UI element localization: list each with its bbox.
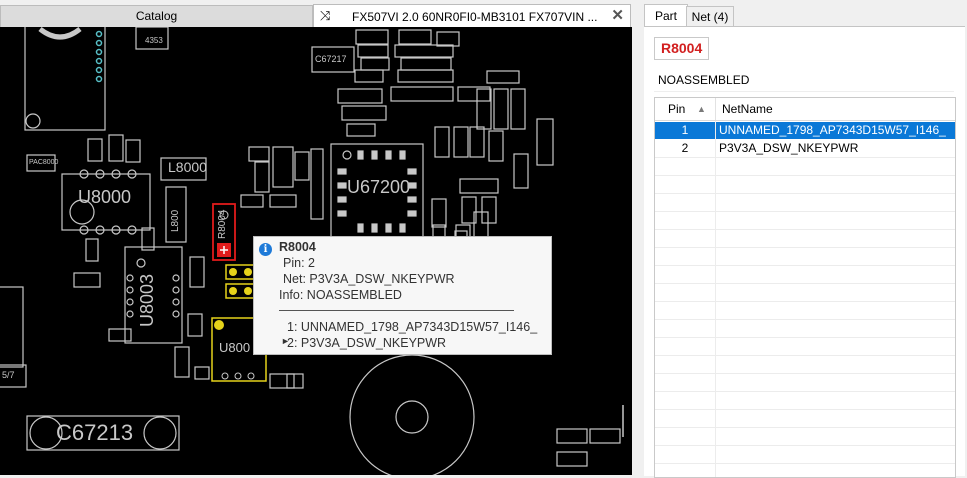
label-u8000: U8000 [78, 187, 132, 207]
grid-line [655, 247, 955, 248]
label-r8004: R8004 [217, 209, 228, 239]
tooltip-divider [279, 310, 514, 311]
label-4353: 4353 [145, 36, 163, 45]
splitter[interactable] [632, 0, 642, 475]
shuffle-icon[interactable]: ⤨ [320, 8, 330, 24]
label-u800x: U800 [219, 340, 251, 355]
grid-line [655, 157, 955, 158]
grid-line [655, 355, 955, 356]
tooltip-title: R8004 [279, 240, 316, 254]
tooltip-info: Info: NOASSEMBLED [279, 288, 402, 302]
label-l800x: L800 [170, 209, 181, 232]
info-icon: i [259, 243, 272, 256]
column-header-pin-label: Pin [668, 102, 686, 116]
table-header: Pin ▲ NetName [655, 98, 955, 121]
table-row[interactable]: 2 P3V3A_DSW_NKEYPWR [655, 140, 955, 157]
properties-panel: Part Net (4) R8004 NOASSEMBLED Pin ▲ Net… [642, 0, 967, 478]
cell-pin: 2 [681, 141, 689, 155]
cell-pin: 1 [681, 123, 689, 137]
grid-line [655, 211, 955, 212]
label-c67217: C67217 [315, 54, 347, 64]
label-u67200: U67200 [347, 177, 411, 197]
grid-line [655, 337, 955, 338]
tab-catalog[interactable]: Catalog [0, 5, 313, 27]
grid-line [655, 193, 955, 194]
document-tab-bar: Catalog ⤨ FX507VI 2.0 60NR0FI0-MB3101 FX… [0, 0, 632, 28]
tooltip-net: Net: P3V3A_DSW_NKEYPWR [283, 272, 455, 286]
pin-net-table: Pin ▲ NetName 1 UNNAMED_1798_AP7343D15W5… [654, 97, 956, 478]
assembly-status: NOASSEMBLED [658, 73, 750, 87]
column-header-netname[interactable]: NetName [716, 98, 773, 120]
part-refdes-badge: R8004 [654, 37, 710, 60]
divider [654, 91, 954, 92]
label-pac8000: PAC8000 [29, 159, 59, 166]
grid-line [655, 409, 955, 410]
grid-line [655, 391, 955, 392]
close-icon[interactable]: ✕ [611, 6, 624, 24]
tooltip-net-2: 2: P3V3A_DSW_NKEYPWR [287, 336, 447, 350]
grid-line [655, 463, 955, 464]
grid-line [655, 301, 955, 302]
grid-line [655, 319, 955, 320]
sort-ascending-icon: ▲ [697, 104, 706, 114]
label-u8003: U8003 [137, 273, 157, 327]
grid-line [655, 175, 955, 176]
grid-line [655, 229, 955, 230]
grid-line [655, 427, 955, 428]
label-5-7: 5/7 [2, 370, 15, 380]
part-tab-content: R8004 NOASSEMBLED Pin ▲ NetName 1 UNNAME… [644, 26, 965, 478]
grid-line [655, 373, 955, 374]
cell-netname: UNNAMED_1798_AP7343D15W57_I146_ [719, 123, 946, 137]
label-l8000: L8000 [168, 159, 207, 175]
tab-net[interactable]: Net (4) [686, 6, 734, 27]
grid-line [655, 445, 955, 446]
column-header-pin[interactable]: Pin ▲ [655, 98, 716, 120]
part-info-tooltip: i R8004 Pin: 2 Net: P3V3A_DSW_NKEYPWR In… [253, 236, 552, 355]
label-c67213: C67213 [56, 420, 134, 445]
tooltip-pin: Pin: 2 [283, 256, 315, 270]
tab-board-file[interactable]: ⤨ FX507VI 2.0 60NR0FI0-MB3101 FX707VIN .… [313, 4, 631, 28]
tooltip-net-1: 1: UNNAMED_1798_AP7343D15W57_I146_ [287, 320, 538, 334]
tab-part[interactable]: Part [644, 4, 688, 27]
tab-board-title: FX507VI 2.0 60NR0FI0-MB3101 FX707VIN ... [352, 10, 598, 24]
table-row[interactable]: 1 UNNAMED_1798_AP7343D15W57_I146_ [655, 122, 955, 139]
cell-netname: P3V3A_DSW_NKEYPWR [719, 141, 859, 155]
grid-line [655, 283, 955, 284]
grid-line [655, 265, 955, 266]
